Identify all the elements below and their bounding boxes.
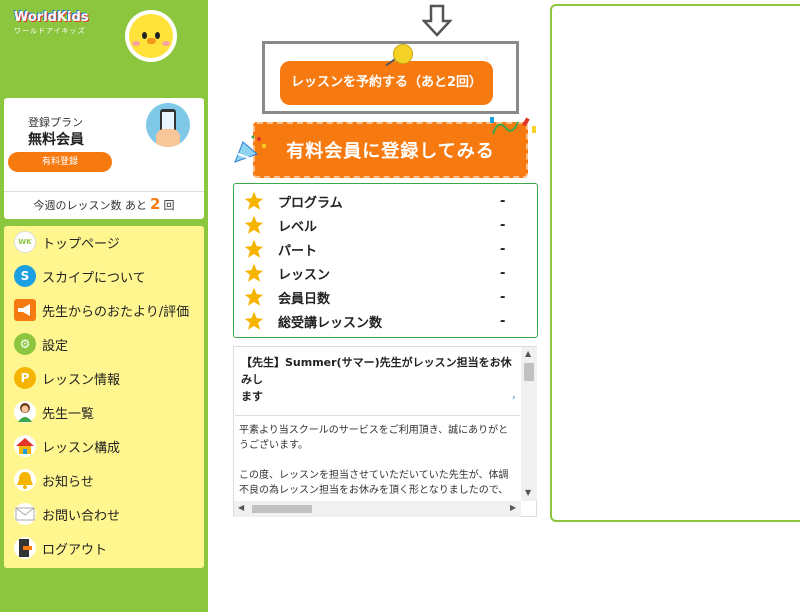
sidebar-item-notices[interactable]: お知らせ [4, 465, 204, 495]
chick-avatar-icon [125, 10, 177, 62]
teacher-icon [14, 401, 36, 423]
scroll-left-icon[interactable]: ◀ [238, 503, 244, 512]
logout-icon [14, 537, 36, 559]
party-popper-icon [234, 135, 266, 163]
sidebar-item-teacher-messages[interactable]: 先生からのおたより/評価 [4, 295, 204, 325]
sidebar-item-label: レッスン構成 [42, 440, 121, 456]
paid-register-button[interactable]: 有料登録 [8, 152, 112, 172]
scroll-thumb[interactable] [524, 363, 534, 381]
notice-body: 平素より当スクールのサービスをご利用頂き、誠にありがと うございます。 この度、レ… [239, 423, 519, 501]
stat-value: - [500, 193, 506, 209]
scroll-up-icon[interactable]: ▲ [525, 349, 531, 358]
sidebar-item-label: 先生からのおたより/評価 [42, 304, 190, 320]
sidebar-item-label: レッスン情報 [42, 372, 121, 388]
notice-title-line: ます [241, 390, 263, 403]
gear-icon: ⚙ [14, 333, 36, 355]
stat-label: レッスン [278, 267, 331, 283]
sidebar-item-lesson-info[interactable]: P レッスン情報 [4, 363, 204, 393]
smartphone-icon [146, 103, 190, 147]
lesson-stats-panel: プログラム - レベル - パート - レッスン - 会員日数 - 総受講レッス… [233, 183, 538, 338]
plan-label: 登録プラン [28, 116, 83, 129]
sidebar-item-logout[interactable]: ログアウト [4, 533, 204, 563]
chevron-right-icon[interactable]: › [512, 393, 516, 403]
scroll-thumb[interactable] [252, 505, 312, 513]
megaphone-icon [14, 299, 36, 321]
star-icon [244, 311, 264, 330]
plan-divider [4, 191, 204, 192]
envelope-icon [14, 503, 36, 525]
house-icon [14, 435, 36, 457]
paid-member-banner[interactable]: 有料会員に登録してみる [253, 122, 528, 178]
notice-title[interactable]: 【先生】Summer(サマー)先生がレッスン担当をお休みし ます [235, 348, 520, 416]
plan-name: 無料会員 [28, 132, 84, 148]
plan-card: 登録プラン 無料会員 有料登録 今週のレッスン数 あと 2 回 [4, 98, 204, 219]
stat-label: レベル [278, 219, 318, 235]
stat-label: 総受講レッスン数 [278, 315, 383, 331]
lesson-count-number: 2 [150, 195, 161, 213]
stat-row: 総受講レッスン数 - [234, 309, 539, 333]
notice-panel: 【先生】Summer(サマー)先生がレッスン担当をお休みし ます › 平素より当… [233, 346, 537, 517]
bell-icon [14, 469, 36, 491]
stat-label: 会員日数 [278, 291, 331, 307]
lesson-count-suffix: 回 [163, 199, 175, 212]
weekly-lesson-count: 今週のレッスン数 あと 2 回 [4, 195, 204, 213]
right-content-panel [550, 4, 800, 522]
logo-text: WorldKids [14, 10, 89, 25]
stat-value: - [500, 289, 506, 305]
skype-icon: S [14, 265, 36, 287]
star-icon [244, 239, 264, 258]
down-arrow-icon [422, 4, 452, 37]
sidebar-item-settings[interactable]: ⚙ 設定 [4, 329, 204, 359]
sidebar-item-label: スカイプについて [42, 270, 146, 286]
sidebar-item-teachers[interactable]: 先生一覧 [4, 397, 204, 427]
stat-value: - [500, 217, 506, 233]
notice-scroll-area[interactable]: 【先生】Summer(サマー)先生がレッスン担当をお休みし ます › 平素より当… [234, 347, 521, 501]
stat-row: レベル - [234, 213, 539, 237]
stat-label: パート [278, 243, 318, 259]
sidebar-item-label: お問い合わせ [42, 508, 121, 524]
star-icon [244, 263, 264, 282]
stat-value: - [500, 241, 506, 257]
notice-body-line: 平素より当スクールのサービスをご利用頂き、誠にありがと [239, 425, 509, 436]
sidebar-item-skype[interactable]: S スカイプについて [4, 261, 204, 291]
confetti-decoration [490, 117, 536, 135]
worldkids-logo[interactable]: WorldKids ワールドアイキッズ [14, 10, 94, 36]
notice-body-line: 不良の為レッスン担当をお休みを頂く形となりましたので、 [239, 485, 509, 496]
stat-value: - [500, 265, 506, 281]
horizontal-scrollbar[interactable]: ◀ ▶ [234, 501, 521, 517]
vertical-scrollbar[interactable]: ▲ ▼ [521, 347, 537, 501]
notice-body-line: うございます。 [239, 440, 308, 451]
stat-row: プログラム - [234, 189, 539, 213]
scroll-right-icon[interactable]: ▶ [510, 503, 516, 512]
sidebar-item-label: お知らせ [42, 474, 94, 490]
sidebar-item-label: 設定 [42, 338, 69, 354]
star-icon [244, 287, 264, 306]
sidebar-item-contact[interactable]: お問い合わせ [4, 499, 204, 529]
sidebar-item-label: 先生一覧 [42, 406, 95, 422]
sidebar-item-label: トップページ [42, 236, 120, 252]
sidebar-menu: WK トップページ S スカイプについて 先生からのおたより/評価 ⚙ 設定 P… [4, 226, 204, 568]
sidebar-item-top-page[interactable]: WK トップページ [4, 227, 204, 257]
paid-banner-text: 有料会員に登録してみる [286, 141, 495, 162]
stat-row: レッスン - [234, 261, 539, 285]
sidebar-item-lesson-structure[interactable]: レッスン構成 [4, 431, 204, 461]
logo-subtitle: ワールドアイキッズ [14, 27, 86, 35]
coin-icon: P [14, 367, 36, 389]
sidebar-item-label: ログアウト [42, 542, 108, 558]
reserve-lesson-button[interactable]: レッスンを予約する（あと2回） [280, 61, 493, 105]
star-icon [244, 215, 264, 234]
stat-row: パート - [234, 237, 539, 261]
worldkids-icon: WK [14, 231, 36, 253]
scroll-down-icon[interactable]: ▼ [525, 488, 531, 497]
lesson-count-prefix: 今週のレッスン数 あと [33, 199, 148, 212]
stat-label: プログラム [278, 195, 343, 211]
notice-body-line: この度、レッスンを担当させていただいていた先生が、体調 [239, 470, 509, 481]
sidebar: WorldKids ワールドアイキッズ 登録プラン 無料会員 有料登録 今週のレ… [0, 0, 208, 612]
notice-title-line: 【先生】Summer(サマー)先生がレッスン担当をお休みし [241, 356, 512, 386]
pin-icon [393, 44, 413, 64]
stat-row: 会員日数 - [234, 285, 539, 309]
star-icon [244, 191, 264, 210]
stat-value: - [500, 313, 506, 329]
